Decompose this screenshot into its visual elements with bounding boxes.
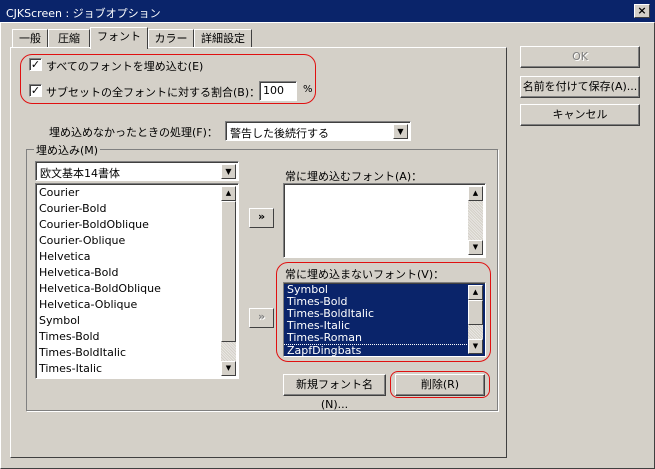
scroll-down-icon[interactable]: ▼ (221, 361, 236, 376)
save-as-button[interactable]: 名前を付けて保存(A)... (520, 76, 640, 98)
dropdown-arrow-icon[interactable]: ▼ (393, 124, 408, 139)
list-item[interactable]: Helvetica-Bold (36, 265, 220, 281)
add-always-button[interactable]: » (249, 208, 274, 228)
list-item[interactable]: Times-BoldItalic (36, 345, 220, 361)
window-title: CJKScreen : ジョブオプション (6, 7, 161, 20)
list-item[interactable]: Courier (36, 185, 220, 201)
list-item[interactable]: Times-Roman (284, 332, 467, 344)
always-list-scrollbar[interactable]: ▲ ▼ (468, 186, 483, 255)
scroll-up-icon[interactable]: ▲ (468, 285, 483, 300)
list-item[interactable]: ZapfDingbats (284, 344, 467, 356)
close-button[interactable]: × (634, 4, 650, 18)
font-source-value: 欧文基本14書体 (40, 167, 120, 180)
never-embed-list[interactable]: Symbol Times-Bold Times-BoldItalic Times… (283, 282, 486, 357)
cancel-button[interactable]: キャンセル (520, 104, 640, 126)
add-never-button[interactable]: » (249, 308, 274, 328)
embed-all-checkbox[interactable]: ✓ (29, 58, 42, 71)
subset-checkbox[interactable]: ✓ (29, 84, 42, 97)
scroll-thumb[interactable] (221, 201, 236, 342)
scroll-down-icon[interactable]: ▼ (468, 339, 483, 354)
percent-unit: % (303, 84, 313, 95)
embed-all-label: すべてのフォントを埋め込む(E) (46, 60, 204, 73)
list-item[interactable]: Symbol (36, 313, 220, 329)
source-list-scrollbar[interactable]: ▲ ▼ (221, 186, 236, 376)
list-item[interactable]: Courier-BoldOblique (36, 217, 220, 233)
scroll-up-icon[interactable]: ▲ (468, 186, 483, 201)
source-font-list[interactable]: Courier Courier-Bold Courier-BoldOblique… (35, 183, 239, 379)
tab-fonts[interactable]: フォント (90, 27, 148, 49)
tab-color[interactable]: カラー (148, 29, 194, 48)
list-item[interactable]: Times-Italic (36, 361, 220, 377)
scroll-down-icon[interactable]: ▼ (468, 240, 483, 255)
subset-percent-input[interactable]: 100 (259, 81, 297, 101)
on-fail-select[interactable]: 警告した後続行する ▼ (225, 121, 411, 141)
tab-compression[interactable]: 圧縮 (48, 29, 90, 48)
never-embed-label: 常に埋め込まないフォント(V)： (285, 268, 445, 281)
on-fail-value: 警告した後続行する (230, 127, 329, 140)
on-fail-label: 埋め込めなかったときの処理(F)： (49, 126, 218, 139)
title-bar[interactable]: CJKScreen : ジョブオプション × (0, 0, 655, 22)
scroll-up-icon[interactable]: ▲ (221, 186, 236, 201)
never-list-scrollbar[interactable]: ▲ ▼ (468, 285, 483, 354)
always-embed-list[interactable]: ▲ ▼ (283, 183, 486, 258)
ok-button[interactable]: OK (520, 46, 640, 68)
scroll-thumb[interactable] (468, 300, 483, 325)
subset-label: サブセットの全フォントに対する割合(B)： (46, 86, 261, 99)
new-font-name-button[interactable]: 新規フォント名(N)... (283, 374, 386, 411)
font-source-select[interactable]: 欧文基本14書体 ▼ (35, 161, 239, 181)
embed-group-title: 埋め込み(M) (34, 142, 101, 158)
list-item[interactable]: Courier-Oblique (36, 233, 220, 249)
delete-button[interactable]: 削除(R) (395, 374, 485, 396)
subset-percent-value: 100 (263, 84, 284, 97)
list-item[interactable]: Helvetica (36, 249, 220, 265)
list-item[interactable]: Helvetica-BoldOblique (36, 281, 220, 297)
dropdown-arrow-icon[interactable]: ▼ (221, 164, 236, 179)
tab-general[interactable]: 一般 (12, 29, 48, 48)
list-item[interactable]: Times-Bold (36, 329, 220, 345)
tab-advanced[interactable]: 詳細設定 (194, 29, 252, 48)
list-item[interactable]: Courier-Bold (36, 201, 220, 217)
list-item[interactable]: Helvetica-Oblique (36, 297, 220, 313)
always-embed-label: 常に埋め込むフォント(A)： (285, 170, 423, 183)
